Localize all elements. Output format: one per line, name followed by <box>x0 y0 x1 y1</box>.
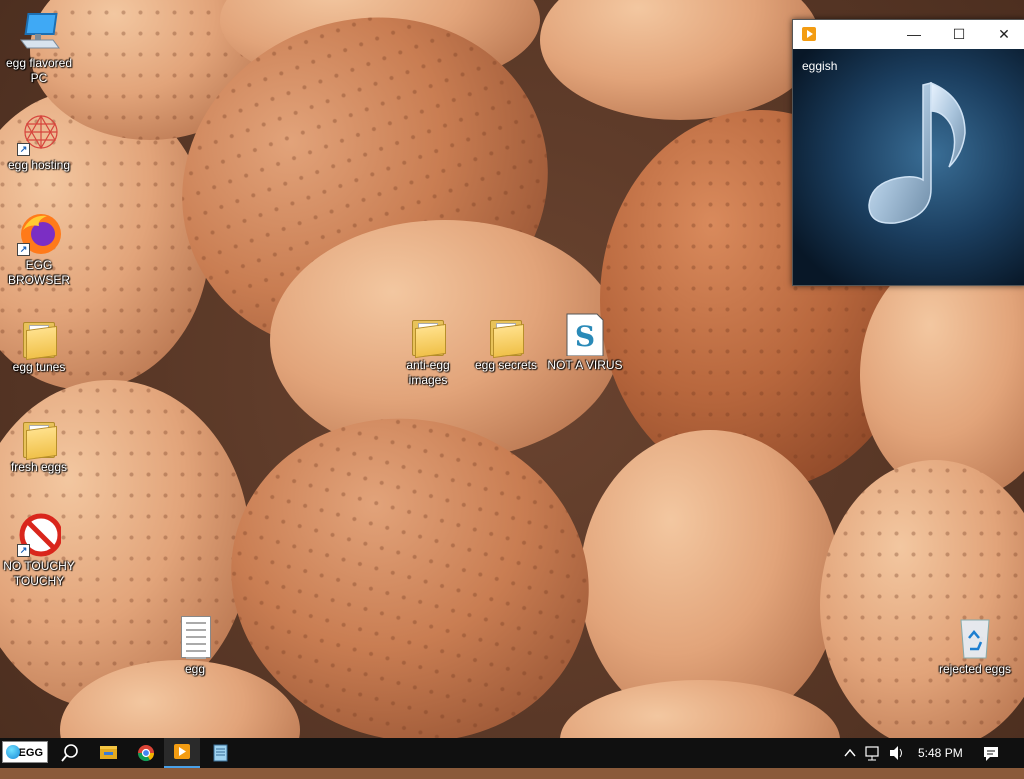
close-button[interactable]: ✕ <box>981 20 1024 49</box>
desktop-icon-egg[interactable]: egg <box>157 616 233 677</box>
script-file-icon: S <box>563 312 607 357</box>
volume-icon[interactable] <box>888 738 906 768</box>
taskbar-file-explorer[interactable] <box>90 738 126 768</box>
media-player-icon <box>802 27 816 41</box>
icon-label: fresh eggs <box>10 460 68 474</box>
shortcut-arrow-icon: ↗ <box>17 544 30 557</box>
desktop-icon-fresh-eggs[interactable]: fresh eggs <box>1 414 77 475</box>
notifications-icon[interactable] <box>982 738 1000 768</box>
chrome-icon <box>137 745 155 762</box>
egg-logo-icon <box>6 745 20 759</box>
icon-label: NO TOUCHY TOUCHY <box>3 559 75 588</box>
start-button[interactable]: EGG <box>2 741 48 763</box>
shortcut-arrow-icon: ↗ <box>17 243 30 256</box>
folder-icon <box>406 312 450 359</box>
folder-icon <box>17 414 61 461</box>
icon-label: EGG BROWSER <box>7 258 70 287</box>
desktop-icon-egg-tunes[interactable]: egg tunes <box>1 314 77 375</box>
desktop-icon-rejected-eggs[interactable]: rejected eggs <box>937 616 1013 677</box>
shortcut-arrow-icon: ↗ <box>17 143 30 156</box>
network-globe-icon: ↗ <box>17 112 61 156</box>
recycle-bin-icon <box>953 616 997 660</box>
icon-label: NOT A VIRUS <box>547 358 623 372</box>
music-note-icon <box>868 81 966 224</box>
media-player-icon <box>174 744 190 759</box>
icon-label: egg <box>184 662 206 676</box>
desktop-icon-egg-hosting[interactable]: ↗ egg hosting <box>1 112 77 173</box>
desktop-icon-egg-secrets[interactable]: egg secrets <box>468 312 544 373</box>
start-label: EGG <box>18 747 43 759</box>
text-document-icon <box>173 616 217 660</box>
now-playing-area: eggish <box>793 49 1024 285</box>
desktop-icon-not-a-virus[interactable]: S NOT A VIRUS <box>547 312 623 373</box>
taskbar: EGG 5:48 PM <box>0 738 1024 768</box>
icon-label: egg tunes <box>12 360 66 374</box>
track-title: eggish <box>802 59 838 73</box>
media-player-window[interactable]: — ☐ ✕ eggish <box>792 19 1024 286</box>
taskbar-notepad[interactable] <box>202 738 238 768</box>
computer-icon <box>17 10 61 54</box>
svg-text:S: S <box>575 320 595 353</box>
taskbar-search-button[interactable] <box>52 738 88 768</box>
clock[interactable]: 5:48 PM <box>918 738 963 768</box>
show-hidden-icons-chevron-up-icon[interactable] <box>843 738 857 768</box>
minimize-button[interactable]: — <box>891 20 937 49</box>
icon-label: rejected eggs <box>938 662 1012 676</box>
search-icon <box>61 744 78 762</box>
folder-icon <box>484 312 528 359</box>
firefox-icon: ↗ <box>17 212 61 256</box>
taskbar-chrome[interactable] <box>128 738 164 768</box>
notepad-icon <box>213 744 228 762</box>
taskbar-media-player[interactable] <box>164 738 200 768</box>
desktop-icon-egg-flavored-pc[interactable]: egg flavored PC <box>1 10 77 86</box>
icon-label: egg flavored PC <box>5 56 73 85</box>
desktop-icon-egg-browser[interactable]: ↗ EGG BROWSER <box>1 212 77 288</box>
file-explorer-icon <box>100 746 117 759</box>
prohibited-sign-icon: ↗ <box>17 513 63 557</box>
desktop-icon-no-touchy-touchy[interactable]: ↗ NO TOUCHY TOUCHY <box>1 513 77 589</box>
maximize-button[interactable]: ☐ <box>936 20 982 49</box>
desktop-icon-anti-egg-images[interactable]: anti-egg images <box>390 312 466 388</box>
window-titlebar[interactable]: — ☐ ✕ <box>793 20 1024 49</box>
icon-label: anti-egg images <box>406 358 450 387</box>
network-icon[interactable] <box>864 738 882 768</box>
icon-label: egg secrets <box>474 358 538 372</box>
folder-icon <box>17 314 61 361</box>
icon-label: egg hosting <box>7 158 71 172</box>
